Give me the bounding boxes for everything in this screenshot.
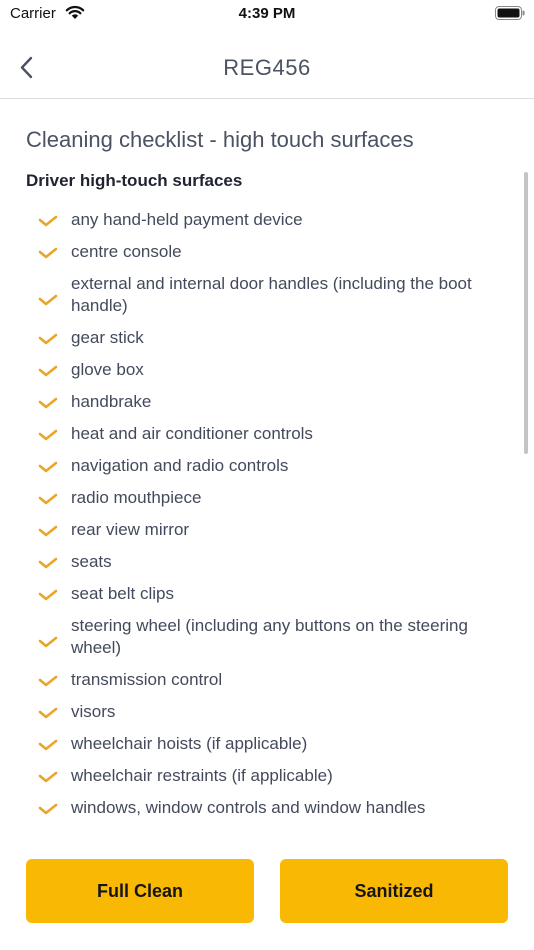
check-icon: [38, 771, 58, 783]
list-item: any hand-held payment device: [0, 209, 534, 241]
section-heading: Driver high-touch surfaces: [26, 171, 243, 190]
list-item: external and internal door handles (incl…: [0, 273, 534, 327]
list-item: gear stick: [0, 327, 534, 359]
list-item: rear view mirror: [0, 519, 534, 551]
list-item: centre console: [0, 241, 534, 273]
checklist-item-label: navigation and radio controls: [71, 456, 289, 475]
checklist-item-label: transmission control: [71, 670, 223, 689]
checklist-item-label: centre console: [71, 242, 182, 261]
list-item: windows, window controls and window hand…: [0, 797, 534, 829]
sanitized-button[interactable]: Sanitized: [280, 859, 508, 923]
navigation-bar: REG456: [0, 30, 534, 99]
checklist-item-label: handbrake: [71, 392, 152, 411]
check-icon: [38, 365, 58, 377]
checklist-item-label: seat belt clips: [71, 584, 174, 603]
list-item: seats: [0, 551, 534, 583]
checklist-item-label: radio mouthpiece: [71, 488, 202, 507]
list-item: wheelchair restraints (if applicable): [0, 765, 534, 797]
list-item: seat belt clips: [0, 583, 534, 615]
check-icon: [38, 589, 58, 601]
full-clean-button[interactable]: Full Clean: [26, 859, 254, 923]
nav-title: REG456: [223, 55, 311, 80]
checklist-item-label: gear stick: [71, 328, 144, 347]
battery-icon: [495, 6, 525, 20]
checklist-item-label: glove box: [71, 360, 144, 379]
checklist-item-label: wheelchair hoists (if applicable): [71, 734, 308, 753]
check-icon: [38, 247, 58, 259]
check-icon: [38, 333, 58, 345]
list-item: radio mouthpiece: [0, 487, 534, 519]
checklist-item-label: external and internal door handles (incl…: [71, 274, 472, 315]
check-icon: [38, 429, 58, 441]
scrollbar[interactable]: [524, 172, 528, 454]
checklist-item-label: heat and air conditioner controls: [71, 424, 313, 443]
clock: 4:39 PM: [238, 5, 296, 22]
list-item: glove box: [0, 359, 534, 391]
check-icon: [38, 803, 58, 815]
status-bar: Carrier 4:39 PM: [0, 0, 534, 30]
checklist-item-label: seats: [71, 552, 112, 571]
checklist-item-label: windows, window controls and window hand…: [71, 798, 426, 817]
check-icon: [38, 461, 58, 473]
check-icon: [38, 675, 58, 687]
checklist-scroll-area[interactable]: Cleaning checklist - high touch surfaces…: [0, 99, 534, 844]
checklist-item-label: wheelchair restraints (if applicable): [71, 766, 333, 785]
check-icon: [38, 557, 58, 569]
list-item: transmission control: [0, 669, 534, 701]
check-icon: [38, 294, 58, 306]
page-title: Cleaning checklist - high touch surfaces: [26, 127, 414, 152]
check-icon: [38, 707, 58, 719]
check-icon: [38, 525, 58, 537]
checklist-item-label: steering wheel (including any buttons on…: [71, 616, 468, 657]
check-icon: [38, 493, 58, 505]
list-item: navigation and radio controls: [0, 455, 534, 487]
list-item: handbrake: [0, 391, 534, 423]
list-item: heat and air conditioner controls: [0, 423, 534, 455]
list-item: wheelchair hoists (if applicable): [0, 733, 534, 765]
checklist-item-label: visors: [71, 702, 116, 721]
list-item: steering wheel (including any buttons on…: [0, 615, 534, 669]
check-icon: [38, 397, 58, 409]
list-item: visors: [0, 701, 534, 733]
check-icon: [38, 739, 58, 751]
checklist-item-label: rear view mirror: [71, 520, 190, 539]
check-icon: [38, 636, 58, 648]
check-icon: [38, 215, 58, 227]
action-bar: Full Clean Sanitized: [0, 844, 534, 950]
checklist-item-label: any hand-held payment device: [71, 210, 303, 229]
